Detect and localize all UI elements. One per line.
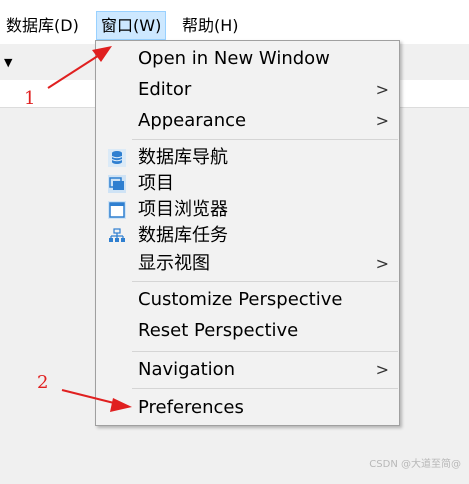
annotation-step-2: 2 xyxy=(37,372,49,393)
annotation-step-1: 1 xyxy=(24,88,36,109)
annotation-arrows xyxy=(47,46,132,412)
annotation-arrowhead-2 xyxy=(110,398,132,412)
watermark: CSDN @大道至简@ xyxy=(369,459,461,470)
annotation-arrow-1 xyxy=(47,51,105,89)
annotation-arrowhead-1 xyxy=(92,46,112,62)
